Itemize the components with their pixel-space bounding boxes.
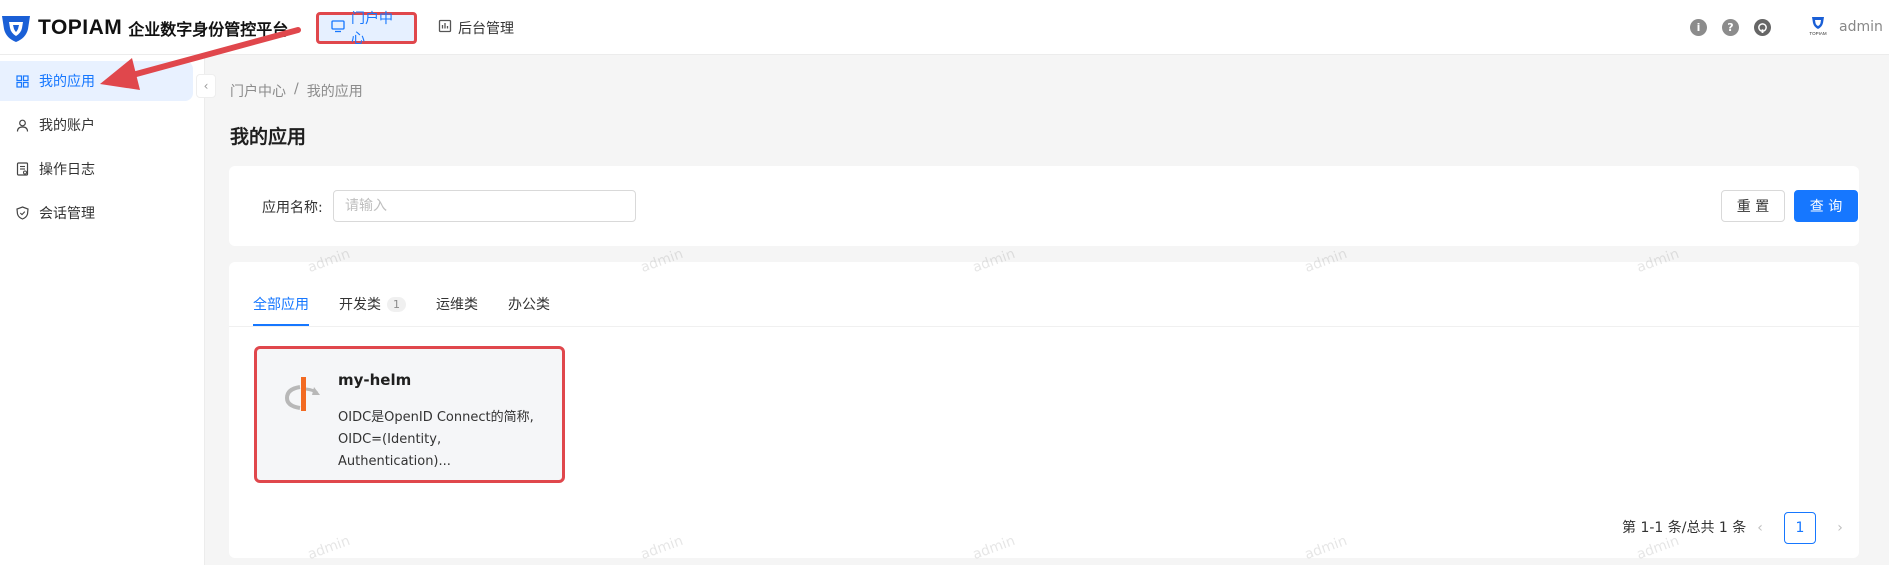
collapse-sidebar-button[interactable]: ‹ [196,74,216,98]
apps-grid-icon [14,73,30,89]
breadcrumb-separator: / [294,81,299,97]
github-icon[interactable] [1754,19,1771,36]
openid-logo-icon [281,373,325,417]
tab-ops[interactable]: 运维类 [436,282,478,326]
app-name: my-helm [338,371,412,389]
category-tabs: 全部应用 开发类 1 运维类 办公类 [253,282,550,326]
breadcrumb-current: 我的应用 [306,84,363,100]
chevron-right-icon: › [1837,520,1843,536]
help-icon[interactable]: ? [1722,19,1739,36]
tabs-divider [229,326,1859,327]
sidebar-item-my-account[interactable]: 我的账户 [0,105,193,145]
prev-page-button[interactable]: ‹ [1744,512,1776,544]
breadcrumb-portal-link[interactable]: 门户中心 [230,81,286,101]
tab-label: 办公类 [508,297,550,313]
nav-portal-center[interactable]: 门户中心 [316,11,417,47]
info-icon[interactable]: i [1690,19,1707,36]
chevron-left-icon: ‹ [1757,520,1763,536]
avatar: TOPIAM [1807,14,1829,40]
sidebar-item-operation-log[interactable]: 操作日志 [0,149,193,189]
dashboard-icon [438,19,452,37]
app-description-line: OIDC=(Identity, Authentication)... [338,432,451,469]
user-icon [14,117,30,133]
app-description: OIDC是OpenID Connect的简称, OIDC=(Identity, … [338,407,558,473]
page-number-button[interactable]: 1 [1784,512,1816,544]
tab-office[interactable]: 办公类 [508,282,550,326]
platform-title: 企业数字身份管控平台 [128,20,289,39]
top-header: TOPIAM 企业数字身份管控平台 门户中心 后台管理 i ? TOPIAM a… [0,0,1889,55]
app-description-line: OIDC是OpenID Connect的简称, [338,410,534,425]
tab-count-badge: 1 [387,296,406,312]
search-form: 应用名称: 重 置 查 询 [229,166,1859,246]
nav-portal-label: 门户中心 [351,11,393,47]
sidebar-item-label: 我的账户 [39,118,95,134]
monitor-icon [331,19,345,37]
tab-dev[interactable]: 开发类 1 [339,282,406,326]
brand-logo[interactable]: TOPIAM 企业数字身份管控平台 [0,12,288,44]
shield-icon [14,205,30,221]
next-page-button[interactable]: › [1824,512,1856,544]
sidebar-item-label: 操作日志 [39,162,95,178]
app-name-label: 应用名称: [262,200,323,216]
sidebar-item-label: 我的应用 [39,74,95,90]
nav-admin-console[interactable]: 后台管理 [426,12,526,44]
tab-all-apps[interactable]: 全部应用 [253,282,309,326]
app-list-panel: 全部应用 开发类 1 运维类 办公类 my-helm OIDC是OpenID C… [229,262,1859,558]
sidebar: 我的应用 我的账户 操作日志 会话管理 [0,55,205,565]
page-title: 我的应用 [230,126,307,148]
nav-admin-label: 后台管理 [458,21,514,37]
chevron-left-icon: ‹ [203,79,209,93]
sidebar-item-label: 会话管理 [39,206,95,222]
breadcrumb: 门户中心 / 我的应用 [230,81,363,101]
logo-wordmark: TOPIAM [38,16,123,39]
user-menu[interactable]: TOPIAM admin [1807,14,1883,40]
reset-button[interactable]: 重 置 [1721,190,1785,222]
app-card[interactable]: my-helm OIDC是OpenID Connect的简称, OIDC=(Id… [254,346,565,483]
pagination-total: 第 1-1 条/总共 1 条 [1622,520,1747,536]
app-name-search-input[interactable] [333,190,636,222]
tab-label: 全部应用 [253,297,309,313]
topiam-shield-icon [2,16,30,42]
query-button[interactable]: 查 询 [1794,190,1858,222]
sidebar-item-my-apps[interactable]: 我的应用 [0,61,193,101]
user-name: admin [1839,19,1883,35]
avatar-text: TOPIAM [1809,31,1826,36]
tab-label: 运维类 [436,297,478,313]
tab-label: 开发类 [339,297,381,313]
sidebar-item-session-management[interactable]: 会话管理 [0,193,193,233]
log-icon [14,161,30,177]
